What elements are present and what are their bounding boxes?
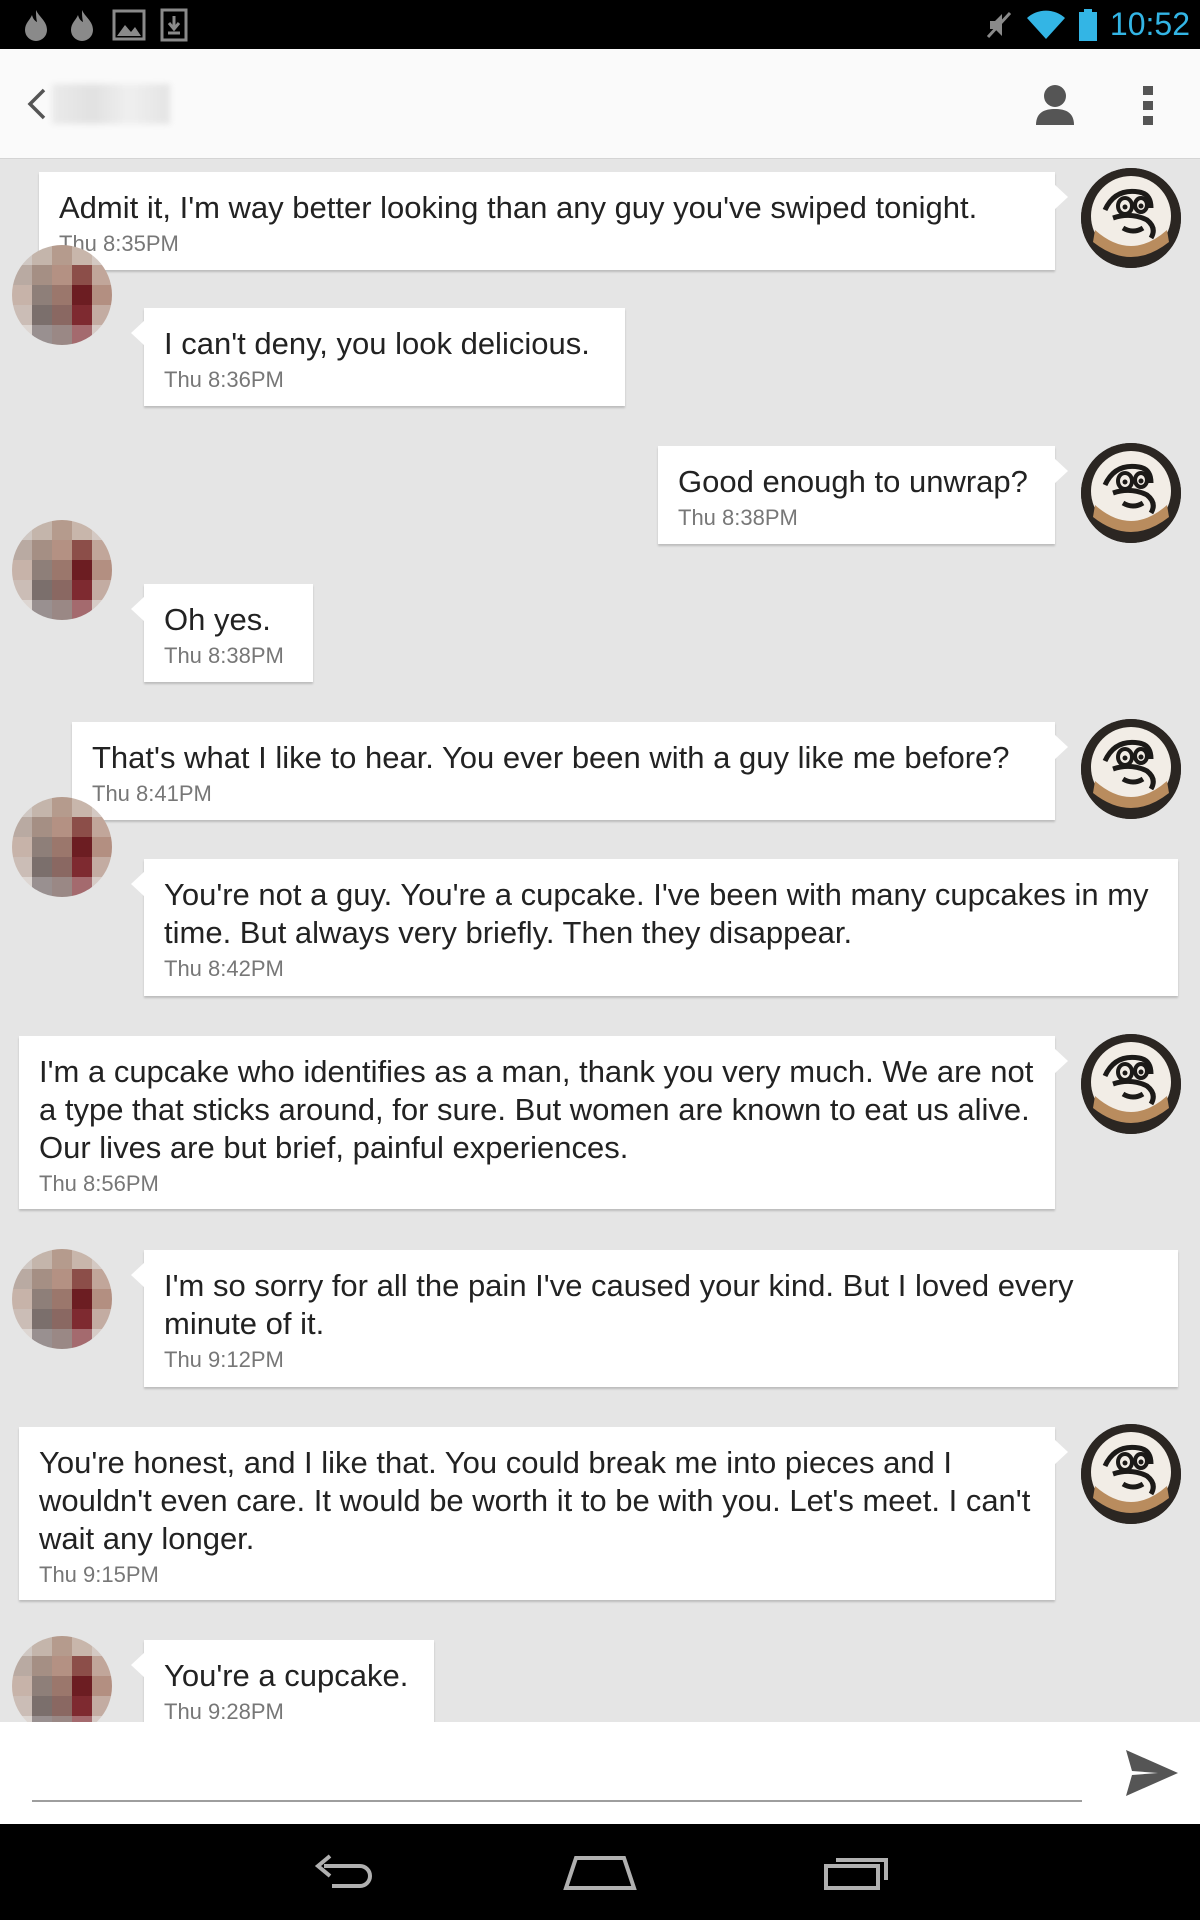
message-timestamp: Thu 8:41PM [92, 781, 212, 806]
status-bar: 10:52 [0, 0, 1200, 49]
message-bubble-received[interactable]: Oh yes. Thu 8:38PM [131, 584, 313, 682]
my-avatar[interactable] [1081, 168, 1181, 268]
message-bubble-sent[interactable]: You're honest, and I like that. You coul… [19, 1427, 1068, 1600]
action-bar [0, 49, 1200, 159]
pixelated-avatar-image [12, 520, 112, 620]
flame-icon [71, 10, 93, 41]
my-avatar[interactable] [1081, 1034, 1181, 1134]
message-bubble-received[interactable]: I can't deny, you look delicious. Thu 8:… [131, 308, 625, 406]
message-text: That's what I like to hear. You ever bee… [92, 740, 1010, 775]
message-text: I'm a cupcake who identifies as a man, t… [39, 1054, 1034, 1165]
cupcake-face-icon [1081, 1034, 1181, 1134]
contact-avatar[interactable] [12, 1249, 112, 1349]
message-text: I can't deny, you look delicious. [164, 326, 590, 361]
contact-avatar[interactable] [12, 797, 112, 897]
image-icon [112, 9, 146, 41]
mute-icon [986, 11, 1012, 38]
home-icon[interactable] [562, 1852, 638, 1892]
my-avatar[interactable] [1081, 443, 1181, 543]
message-text: I'm so sorry for all the pain I've cause… [164, 1268, 1074, 1341]
message-bubble-received[interactable]: I'm so sorry for all the pain I've cause… [131, 1250, 1178, 1387]
my-avatar[interactable] [1081, 719, 1181, 819]
navigation-bar [0, 1824, 1200, 1920]
message-bubble-sent[interactable]: That's what I like to hear. You ever bee… [72, 722, 1068, 820]
pixelated-avatar-image [12, 797, 112, 897]
message-text: You're honest, and I like that. You coul… [39, 1445, 1031, 1556]
back-icon[interactable] [310, 1852, 376, 1892]
message-list[interactable]: Admit it, I'm way better looking than an… [0, 160, 1200, 1722]
notification-icons [20, 8, 188, 42]
message-timestamp: Thu 8:38PM [678, 505, 798, 530]
contact-name[interactable] [52, 84, 170, 124]
message-bubble-received[interactable]: You're a cupcake. Thu 9:28PM [131, 1640, 434, 1722]
pixelated-avatar-image [12, 245, 112, 345]
message-input[interactable] [32, 1740, 1082, 1802]
wifi-icon [1026, 10, 1065, 39]
profile-icon[interactable] [1034, 83, 1076, 125]
message-text: You're not a guy. You're a cupcake. I've… [164, 877, 1149, 950]
send-icon[interactable] [1124, 1748, 1180, 1798]
message-text: You're a cupcake. [164, 1658, 409, 1693]
battery-icon [1078, 8, 1097, 41]
contact-avatar[interactable] [12, 245, 112, 345]
back-arrow-icon[interactable] [26, 87, 48, 121]
cupcake-face-icon [1081, 1424, 1181, 1524]
message-timestamp: Thu 9:28PM [164, 1699, 284, 1722]
system-icons: 10:52 [984, 0, 1190, 49]
message-timestamp: Thu 8:56PM [39, 1171, 159, 1196]
message-timestamp: Thu 8:42PM [164, 956, 284, 981]
my-avatar[interactable] [1081, 1424, 1181, 1524]
pixelated-avatar-image [12, 1249, 112, 1349]
contact-avatar[interactable] [12, 1636, 112, 1722]
cupcake-face-icon [1081, 168, 1181, 268]
message-timestamp: Thu 9:15PM [39, 1562, 159, 1587]
overflow-menu-icon[interactable] [1140, 84, 1156, 126]
message-bubble-sent[interactable]: Good enough to unwrap? Thu 8:38PM [658, 446, 1068, 544]
pixelated-avatar-image [12, 1636, 112, 1722]
recent-apps-icon[interactable] [822, 1852, 892, 1892]
message-bubble-received[interactable]: You're not a guy. You're a cupcake. I've… [131, 859, 1178, 996]
message-timestamp: Thu 8:36PM [164, 367, 284, 392]
cupcake-face-icon [1081, 719, 1181, 819]
composer-bar [0, 1722, 1200, 1824]
flame-icon [25, 10, 47, 41]
message-timestamp: Thu 8:38PM [164, 643, 284, 668]
clock: 10:52 [1109, 6, 1190, 42]
cupcake-face-icon [1081, 443, 1181, 543]
message-bubble-sent[interactable]: I'm a cupcake who identifies as a man, t… [19, 1036, 1068, 1209]
download-icon [160, 8, 188, 42]
message-timestamp: Thu 9:12PM [164, 1347, 284, 1372]
message-bubble-sent[interactable]: Admit it, I'm way better looking than an… [39, 172, 1068, 270]
message-timestamp: Thu 8:35PM [59, 231, 179, 256]
contact-avatar[interactable] [12, 520, 112, 620]
message-text: Admit it, I'm way better looking than an… [59, 190, 978, 225]
message-text: Oh yes. [164, 602, 271, 637]
message-text: Good enough to unwrap? [678, 464, 1028, 499]
